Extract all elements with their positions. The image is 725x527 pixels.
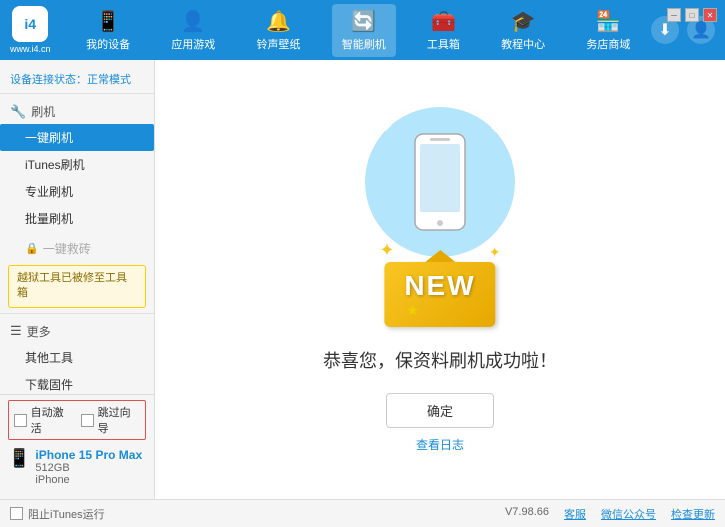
device-bottom-section: 自动激活 跳过向导 📱 iPhone 15 Pro Max 512GB iPho… [0, 394, 154, 494]
maximize-button[interactable]: □ [685, 8, 699, 22]
skip-guide-checkbox[interactable] [81, 414, 94, 427]
app-nav-label: 应用游戏 [171, 36, 215, 52]
customer-service-link[interactable]: 客服 [564, 506, 586, 522]
check-update-link[interactable]: 检查更新 [671, 506, 715, 522]
nav-my-device[interactable]: 📱 我的设备 [76, 4, 140, 57]
device-nav-icon: 📱 [96, 9, 121, 34]
sidebar-item-itunes-flash[interactable]: iTunes刷机 [0, 151, 154, 178]
sidebar-group-more: ☰ 更多 其他工具 下载固件 高级功能 [0, 319, 154, 394]
auto-options-row: 自动激活 跳过向导 [8, 400, 146, 440]
skip-guide-label: 跳过向导 [98, 404, 140, 436]
confirm-button[interactable]: 确定 [386, 393, 494, 428]
ringtone-nav-icon: 🔔 [266, 9, 291, 34]
device-nav-label: 我的设备 [86, 36, 130, 52]
main-layout: 设备连接状态：正常模式 🔧 刷机 一键刷机 iTunes刷机 专业刷机 批量刷机 [0, 60, 725, 499]
view-log-link[interactable]: 查看日志 [416, 436, 464, 453]
nav-business[interactable]: 🏪 务店商域 [576, 4, 640, 57]
sidebar-group-rescue: 🔒 一键救砖 越狱工具已被修至工具箱 [0, 235, 154, 308]
logo-icon: i4 [12, 6, 48, 42]
nav-toolbox[interactable]: 🧰 工具箱 [417, 4, 470, 57]
business-nav-icon: 🏪 [596, 9, 621, 34]
app-logo: i4 www.i4.cn [10, 6, 51, 54]
sidebar-rescue-header: 🔒 一键救砖 [0, 235, 154, 262]
smart-flash-nav-icon: 🔄 [351, 9, 376, 34]
nav-bar: 📱 我的设备 👤 应用游戏 🔔 铃声壁纸 🔄 智能刷机 🧰 工具箱 🎓 教程中心… [66, 4, 651, 57]
device-details: iPhone 15 Pro Max 512GB iPhone [35, 448, 142, 486]
sidebar-divider [0, 313, 154, 314]
prevent-itunes-checkbox[interactable] [10, 507, 23, 520]
tutorial-nav-icon: 🎓 [511, 9, 536, 34]
main-content: ✦ ✦ NEW ★ [155, 60, 725, 499]
sidebar-group-flash: 🔧 刷机 一键刷机 iTunes刷机 专业刷机 批量刷机 [0, 99, 154, 232]
logo-url: www.i4.cn [10, 44, 51, 54]
sidebar-group-more-header[interactable]: ☰ 更多 [0, 319, 154, 344]
device-type: iPhone [35, 474, 142, 486]
device-storage: 512GB [35, 462, 142, 474]
sidebar-item-other-tools[interactable]: 其他工具 [0, 344, 154, 371]
flash-group-icon: 🔧 [10, 104, 26, 120]
sidebar-item-pro-flash[interactable]: 专业刷机 [0, 178, 154, 205]
star-left-icon: ✦ [379, 240, 394, 261]
success-message: 恭喜您，保资料刷机成功啦！ [323, 347, 557, 373]
success-visual: ✦ ✦ NEW ★ [340, 107, 540, 327]
new-badge-text: NEW [404, 270, 475, 301]
auto-activate-label: 自动激活 [31, 404, 73, 436]
toolbox-nav-icon: 🧰 [431, 9, 456, 34]
smart-flash-nav-label: 智能刷机 [342, 36, 386, 52]
sidebar-item-batch-flash[interactable]: 批量刷机 [0, 205, 154, 232]
sidebar-group-flash-header[interactable]: 🔧 刷机 [0, 99, 154, 124]
more-group-label: 更多 [27, 323, 51, 340]
prevent-itunes-label: 阻止iTunes运行 [28, 506, 105, 522]
close-button[interactable]: ✕ [703, 8, 717, 22]
sidebar-item-one-key-flash[interactable]: 一键刷机 [0, 124, 154, 151]
device-info: 📱 iPhone 15 Pro Max 512GB iPhone [8, 445, 146, 489]
app-header: i4 www.i4.cn 📱 我的设备 👤 应用游戏 🔔 铃声壁纸 🔄 智能刷机… [0, 0, 725, 60]
business-nav-label: 务店商域 [586, 36, 630, 52]
device-phone-icon: 📱 [8, 448, 30, 469]
version-label: V7.98.66 [505, 506, 549, 522]
app-nav-icon: 👤 [181, 9, 206, 34]
footer-right: V7.98.66 客服 微信公众号 检查更新 [505, 506, 715, 522]
nav-app-game[interactable]: 👤 应用游戏 [161, 4, 225, 57]
sparkle-icon: ✦ [380, 117, 393, 137]
ringtone-nav-label: 铃声壁纸 [257, 36, 301, 52]
auto-activate-checkbox[interactable] [14, 414, 27, 427]
footer-left: 阻止iTunes运行 [10, 506, 105, 522]
phone-svg [410, 132, 470, 232]
sparkle-icon-2: ✦ [490, 122, 500, 136]
toolbox-nav-label: 工具箱 [427, 36, 460, 52]
flash-group-label: 刷机 [31, 103, 55, 120]
device-name: iPhone 15 Pro Max [35, 448, 142, 462]
tutorial-nav-label: 教程中心 [501, 36, 545, 52]
sidebar-item-download-firmware[interactable]: 下载固件 [0, 371, 154, 394]
nav-ringtone[interactable]: 🔔 铃声壁纸 [247, 4, 311, 57]
minimize-button[interactable]: ─ [667, 8, 681, 22]
nav-smart-flash[interactable]: 🔄 智能刷机 [332, 4, 396, 57]
lock-icon: 🔒 [25, 242, 39, 255]
rescue-label: 一键救砖 [43, 240, 91, 257]
nav-tutorial[interactable]: 🎓 教程中心 [491, 4, 555, 57]
sidebar-warning: 越狱工具已被修至工具箱 [8, 265, 146, 308]
star-icon: ★ [406, 302, 419, 318]
sidebar: 设备连接状态：正常模式 🔧 刷机 一键刷机 iTunes刷机 专业刷机 批量刷机 [0, 60, 155, 499]
footer: 阻止iTunes运行 V7.98.66 客服 微信公众号 检查更新 [0, 499, 725, 527]
logo-text: i4 [24, 16, 36, 32]
wechat-link[interactable]: 微信公众号 [601, 506, 656, 522]
sidebar-status: 设备连接状态：正常模式 [0, 65, 154, 94]
star-right-icon: ✦ [489, 244, 501, 261]
more-group-icon: ☰ [10, 323, 22, 339]
